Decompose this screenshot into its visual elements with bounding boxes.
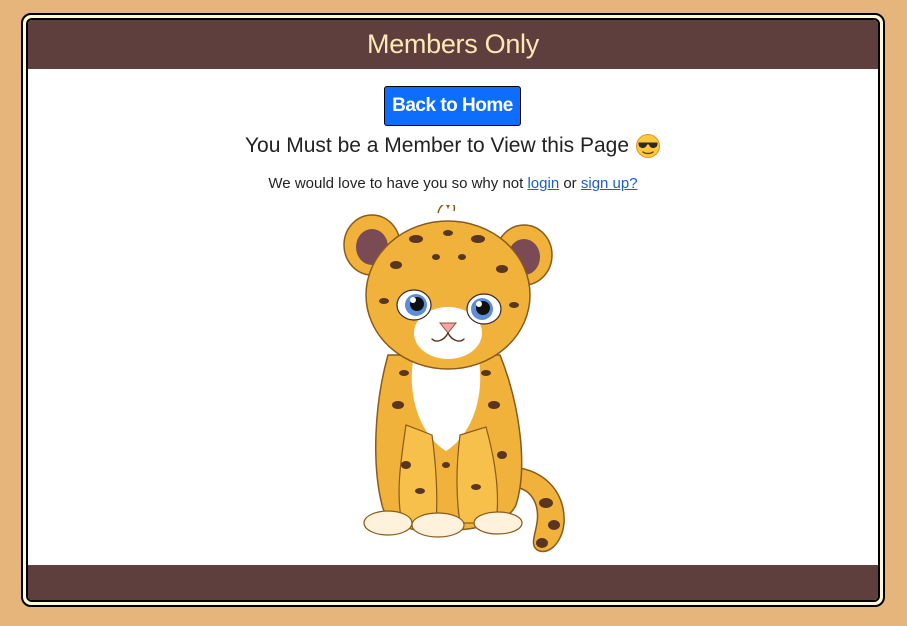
notice-text-middle: or xyxy=(559,175,581,192)
site-footer xyxy=(28,565,878,600)
notice-message: We would love to have you so why not log… xyxy=(28,175,878,192)
notice-heading: You Must be a Member to View this Page xyxy=(28,133,878,159)
main-content: Back to Home You Must be a Member to Vie… xyxy=(28,69,878,566)
leopard-cub-icon xyxy=(343,205,565,553)
site-header: Members Only xyxy=(28,20,878,69)
back-to-home-button[interactable]: Back to Home xyxy=(384,86,521,126)
page-title: Members Only xyxy=(367,29,539,59)
login-link[interactable]: login xyxy=(527,175,559,192)
notice-text-before: We would love to have you so why not xyxy=(268,175,528,192)
notice-heading-text: You Must be a Member to View this Page xyxy=(244,134,630,157)
signup-link[interactable]: sign up? xyxy=(581,175,638,192)
page-card: Members Only Back to Home You Must be a … xyxy=(26,18,880,602)
sunglasses-face-icon xyxy=(636,134,661,158)
